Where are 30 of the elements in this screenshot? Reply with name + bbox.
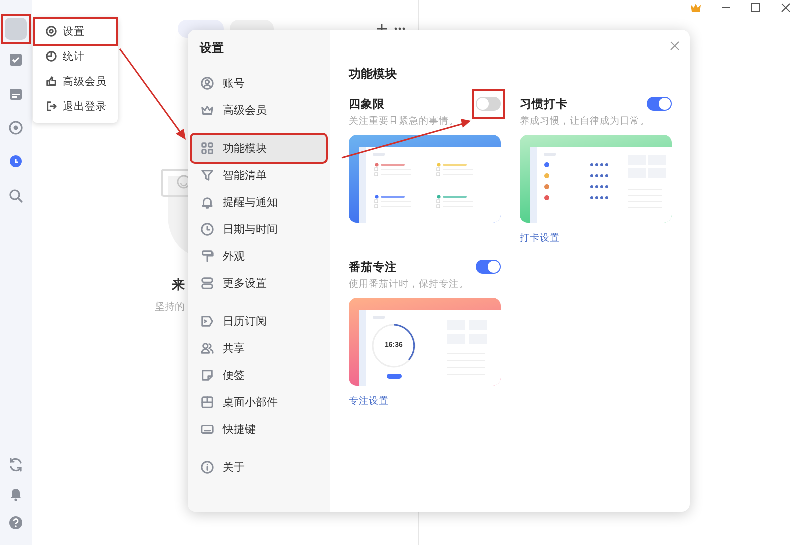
module-title: 四象限 (349, 98, 385, 112)
menu-item[interactable]: 统计 (35, 44, 116, 69)
sidebar-item[interactable]: 功能模块 (192, 135, 326, 162)
sidebar-item[interactable]: 智能清单 (192, 162, 326, 189)
module-description: 养成习惯，让自律成为日常。 (520, 115, 650, 128)
settings-link[interactable]: 专注设置 (349, 395, 389, 408)
sidebar-item[interactable]: 高级会员 (192, 97, 326, 124)
module-title: 番茄专注 (349, 260, 397, 274)
sidebar-item[interactable]: 更多设置 (192, 270, 326, 297)
menu-item[interactable]: 高级会员 (35, 69, 116, 94)
sidebar-item[interactable]: 桌面小部件 (192, 389, 326, 416)
sidebar-item[interactable]: 快捷键 (192, 416, 326, 443)
sidebar-item[interactable]: 共享 (192, 335, 326, 362)
menu-item[interactable]: 设置 (35, 19, 116, 44)
sidebar-item[interactable]: 日历订阅 (192, 308, 326, 335)
sidebar-item[interactable]: 便签 (192, 362, 326, 389)
module-description: 关注重要且紧急的事情。 (349, 115, 459, 128)
sidebar-item[interactable]: 提醒与通知 (192, 189, 326, 216)
module-description: 使用番茄计时，保持专注。 (349, 278, 469, 291)
module-title: 习惯打卡 (520, 97, 568, 112)
sidebar-item[interactable]: 日期与时间 (192, 216, 326, 243)
empty-state-hint: 坚持的 (155, 300, 185, 314)
empty-state-title: 来 (172, 276, 185, 294)
sidebar-item[interactable]: 账号 (192, 70, 326, 97)
sidebar-item[interactable]: 外观 (192, 243, 326, 270)
dialog-title: 设置 (198, 40, 224, 56)
section-title: 功能模块 (349, 66, 397, 82)
menu-item[interactable]: 退出登录 (35, 94, 116, 119)
settings-link[interactable]: 打卡设置 (520, 232, 560, 245)
sidebar-item[interactable]: 关于 (192, 454, 326, 481)
